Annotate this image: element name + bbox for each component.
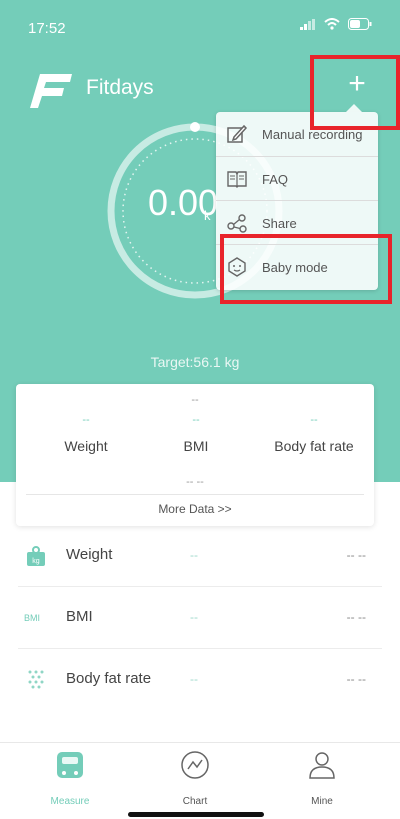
signal-icon — [300, 18, 315, 30]
body-fat-icon — [28, 670, 44, 689]
metric-row-bmi[interactable]: BMI BMI -- -- -- — [0, 588, 400, 648]
tab-bar: Measure Chart Mine — [0, 742, 400, 819]
card-divider — [26, 494, 364, 495]
scale-weight-icon: kg — [27, 546, 45, 566]
summary-bmi: -- BMI — [136, 414, 256, 454]
status-icons — [300, 18, 372, 30]
target-weight: Target:56.1 kg — [150, 354, 240, 370]
menu-item-faq[interactable]: FAQ — [216, 156, 378, 201]
metric-value: -- — [190, 610, 198, 624]
summary-value: -- — [310, 414, 318, 426]
scale-icon — [57, 752, 83, 778]
summary-label: Weight — [64, 438, 108, 454]
status-time: 17:52 — [28, 20, 66, 37]
row-divider — [18, 648, 382, 649]
highlight-add-button — [310, 55, 400, 130]
metric-row-body-fat[interactable]: Body fat rate -- -- -- — [0, 650, 400, 710]
tab-chart[interactable]: Chart — [155, 749, 235, 807]
tab-measure[interactable]: Measure — [30, 749, 110, 807]
row-divider — [18, 586, 382, 587]
bmi-icon: BMI — [24, 613, 41, 623]
highlight-baby-mode — [220, 234, 392, 304]
summary-card: -- -- Weight -- BMI -- Body fat rate -- … — [16, 384, 374, 526]
metric-row-weight[interactable]: kg Weight -- -- -- — [0, 526, 400, 586]
chart-icon — [181, 751, 209, 779]
summary-top-value: -- — [191, 394, 199, 406]
metric-right-value: -- -- — [346, 672, 366, 686]
menu-item-label: FAQ — [262, 171, 289, 187]
app-name: Fitdays — [86, 76, 154, 99]
metric-name: BMI — [66, 608, 93, 625]
weight-unit: k — [204, 208, 211, 223]
summary-label: Body fat rate — [274, 438, 354, 454]
summary-value: -- — [82, 414, 90, 426]
kg-text: kg — [32, 558, 40, 565]
more-data-link[interactable]: More Data >> — [16, 502, 374, 516]
menu-item-label: Share — [262, 215, 297, 231]
tab-label: Measure — [50, 796, 90, 807]
summary-value: -- — [192, 414, 200, 426]
gauge-knob — [190, 122, 200, 132]
tab-mine[interactable]: Mine — [282, 749, 362, 807]
summary-label: BMI — [183, 438, 209, 454]
metric-right-value: -- -- — [346, 610, 366, 624]
summary-body-fat: -- Body fat rate — [254, 414, 374, 454]
wifi-icon — [324, 18, 340, 30]
summary-weight: -- Weight — [26, 414, 146, 454]
person-icon — [309, 752, 335, 779]
metric-value: -- — [190, 672, 198, 686]
tab-label: Mine — [311, 796, 333, 807]
share-icon — [227, 214, 247, 233]
edit-icon — [227, 124, 248, 143]
metric-right-value: -- -- — [346, 548, 366, 562]
home-indicator — [128, 812, 264, 817]
fitdays-logo — [30, 74, 72, 108]
metric-value: -- — [190, 548, 198, 562]
metric-name: Weight — [66, 546, 113, 563]
metric-name: Body fat rate — [66, 670, 152, 687]
summary-middle-value: -- -- — [186, 476, 204, 488]
battery-icon — [348, 18, 372, 30]
book-icon — [227, 171, 247, 188]
tab-label: Chart — [182, 796, 208, 807]
